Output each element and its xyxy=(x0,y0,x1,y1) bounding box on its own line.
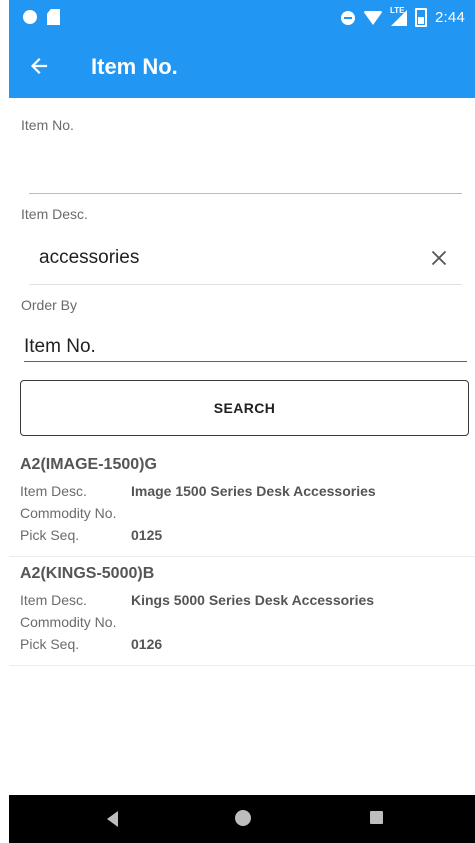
pick-seq-row: Pick Seq. 0126 xyxy=(20,636,162,652)
app-toolbar: Item No. xyxy=(9,34,475,98)
nav-back-icon[interactable] xyxy=(107,811,118,827)
sd-card-icon xyxy=(47,9,60,25)
status-right-icons: LTE 2:44 xyxy=(341,6,465,27)
order-by-underline xyxy=(24,361,467,362)
network-type-label: LTE xyxy=(390,5,405,15)
item-no-input[interactable] xyxy=(29,155,459,185)
pick-seq-row: Pick Seq. 0125 xyxy=(20,527,162,543)
item-number: A2(IMAGE-1500)G xyxy=(20,456,157,473)
record-dot-icon xyxy=(23,10,37,24)
nav-recents-icon[interactable] xyxy=(370,811,383,824)
arrow-left-icon xyxy=(30,57,48,75)
results-list: A2(IMAGE-1500)G Item Desc. Image 1500 Ser… xyxy=(9,448,475,666)
app-screen: LTE 2:44 Item No. Item No. Item Desc. ac… xyxy=(9,0,475,843)
battery-icon xyxy=(415,8,427,27)
cell-signal-icon: LTE xyxy=(390,6,407,26)
close-icon xyxy=(431,250,447,266)
wifi-icon xyxy=(363,10,383,25)
list-item[interactable]: A2(KINGS-5000)B Item Desc. Kings 5000 Ser… xyxy=(9,557,475,666)
nav-home-icon[interactable] xyxy=(235,810,251,826)
item-desc-key: Item Desc. xyxy=(20,483,87,499)
list-item[interactable]: A2(IMAGE-1500)G Item Desc. Image 1500 Ser… xyxy=(9,448,475,557)
status-left-icons xyxy=(23,9,60,25)
system-nav-bar xyxy=(9,795,475,843)
back-button[interactable] xyxy=(19,46,59,86)
item-desc-underline xyxy=(29,284,462,285)
status-bar: LTE 2:44 xyxy=(9,0,475,34)
pick-seq-value: 0126 xyxy=(131,636,163,652)
commodity-row: Commodity No. xyxy=(20,614,131,630)
do-not-disturb-icon xyxy=(341,10,355,25)
search-button[interactable]: SEARCH xyxy=(20,380,469,436)
commodity-key: Commodity No. xyxy=(20,505,117,521)
item-number: A2(KINGS-5000)B xyxy=(20,565,155,582)
page-title: Item No. xyxy=(91,54,178,79)
clear-item-desc-button[interactable] xyxy=(424,243,454,273)
item-desc-value: Kings 5000 Series Desk Accessories xyxy=(131,592,375,608)
screen-left-edge xyxy=(0,0,9,843)
order-by-label: Order By xyxy=(21,297,78,313)
item-desc-key: Item Desc. xyxy=(20,592,87,608)
item-desc-row: Item Desc. Kings 5000 Series Desk Accesso… xyxy=(20,592,374,608)
item-no-underline xyxy=(29,193,462,194)
status-time: 2:44 xyxy=(435,9,465,26)
pick-seq-value: 0125 xyxy=(131,527,163,543)
pick-seq-key: Pick Seq. xyxy=(20,527,80,543)
item-desc-label: Item Desc. xyxy=(21,206,88,222)
item-no-label: Item No. xyxy=(21,117,74,133)
item-desc-row: Item Desc. Image 1500 Series Desk Accesso… xyxy=(20,483,376,499)
pick-seq-key: Pick Seq. xyxy=(20,636,80,652)
item-desc-input[interactable]: accessories xyxy=(39,247,139,269)
commodity-row: Commodity No. xyxy=(20,505,131,521)
item-desc-value: Image 1500 Series Desk Accessories xyxy=(131,483,376,499)
commodity-key: Commodity No. xyxy=(20,614,117,630)
order-by-picker[interactable]: Item No. xyxy=(24,336,96,358)
